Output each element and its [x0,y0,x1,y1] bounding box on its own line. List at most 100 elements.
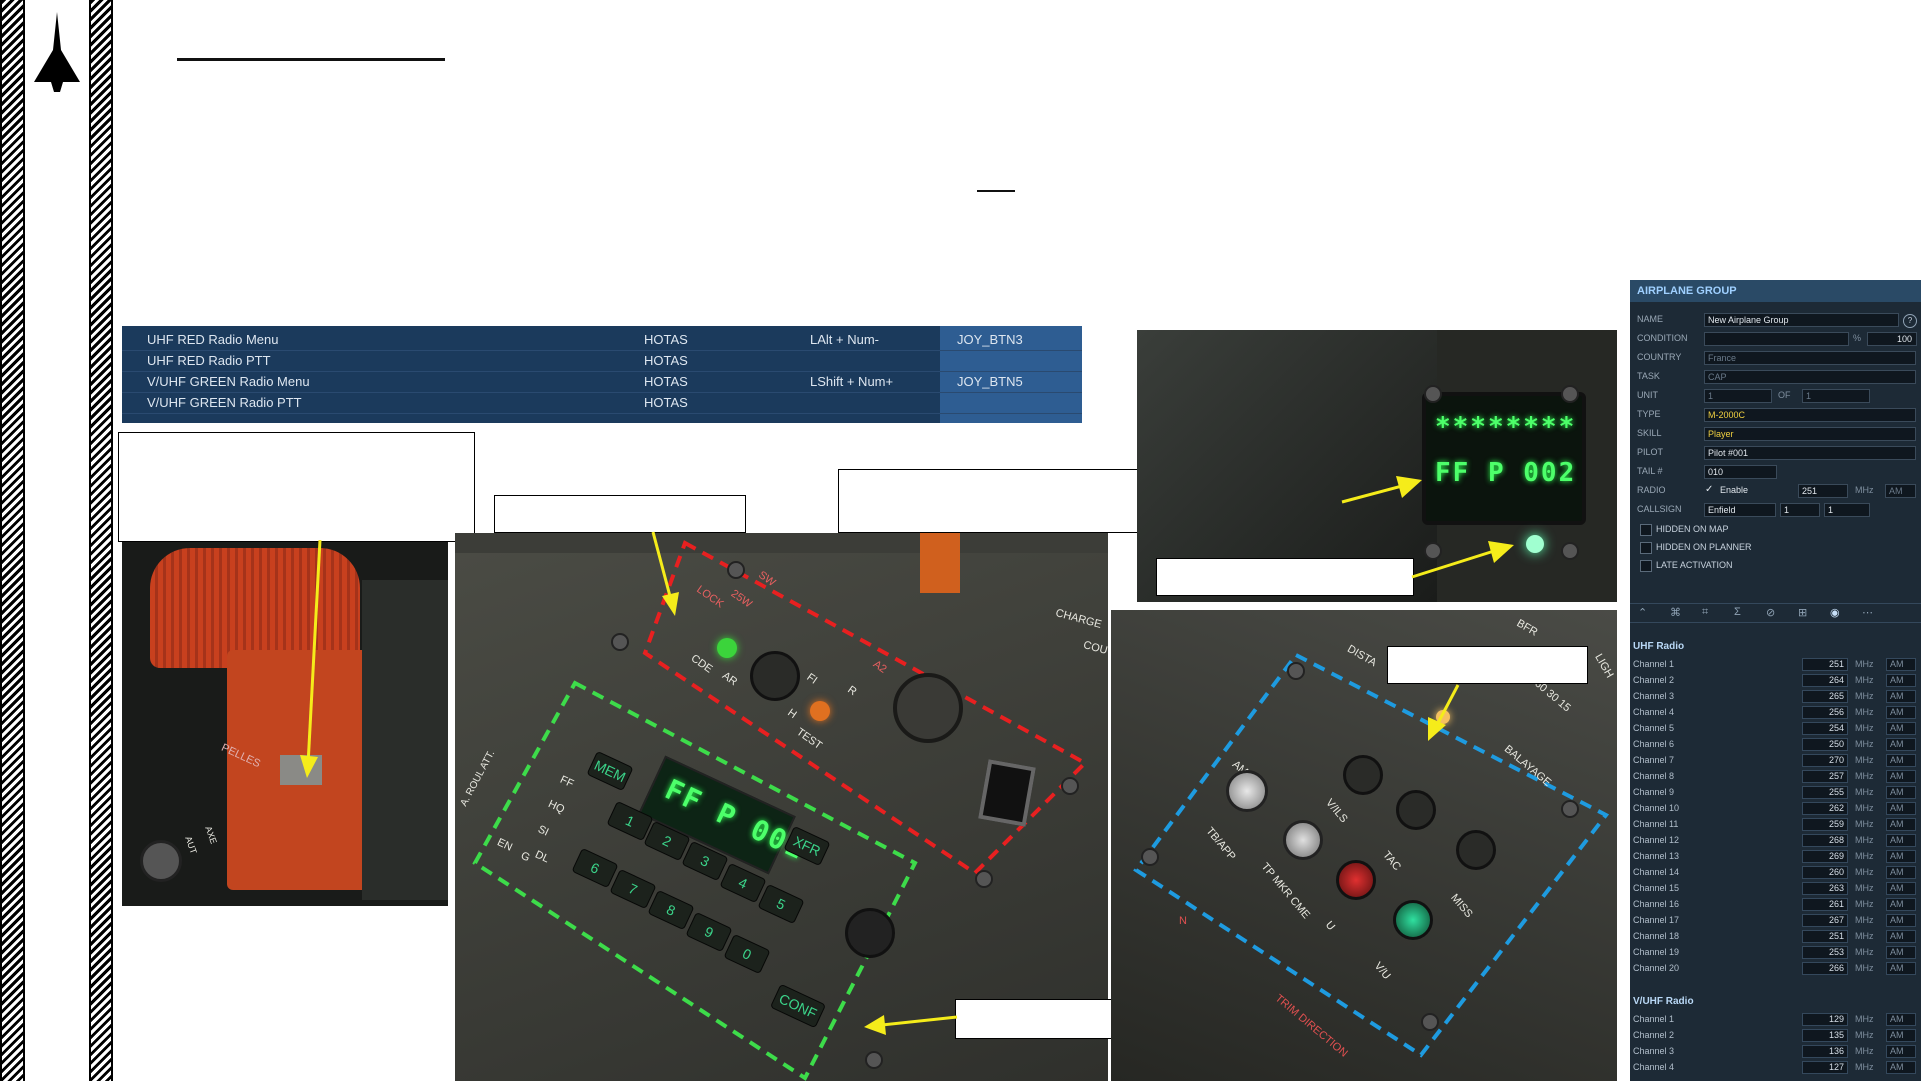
amplis-knob[interactable] [1226,770,1268,812]
payload-icon[interactable]: ⌘ [1670,606,1681,619]
country-select[interactable]: France [1704,351,1916,365]
channel-freq-field[interactable]: 269 [1802,850,1848,863]
channel-freq-field[interactable]: 129 [1802,1013,1848,1026]
condition-row: CONDITION % 100 [1630,330,1921,349]
channel-row: Channel 8 257 MHz AM [1630,769,1921,785]
channel-freq-field[interactable]: 259 [1802,818,1848,831]
mode-switch[interactable] [978,759,1036,827]
condition-field[interactable]: 100 [1867,332,1917,346]
channel-mod-select[interactable]: AM [1886,834,1916,847]
channel-mod-select[interactable]: AM [1886,946,1916,959]
channel-mod-select[interactable]: AM [1886,1013,1916,1026]
channel-freq-field[interactable]: 136 [1802,1045,1848,1058]
channel-freq-field[interactable]: 267 [1802,914,1848,927]
vu-knob-green[interactable] [1393,900,1433,940]
channel-mod-select[interactable]: AM [1886,1061,1916,1074]
channel-freq-field[interactable]: 265 [1802,690,1848,703]
radio-mod-select[interactable]: AM [1885,484,1916,498]
screw [1561,385,1579,403]
channel-mod-select[interactable]: AM [1886,706,1916,719]
channel-freq-field[interactable]: 253 [1802,946,1848,959]
channel-freq-field[interactable]: 270 [1802,754,1848,767]
channel-mod-select[interactable]: AM [1886,722,1916,735]
mode-selector-knob[interactable] [750,651,800,701]
condition-slider[interactable] [1704,332,1849,346]
u-knob-red[interactable] [1336,860,1376,900]
channel-mod-select[interactable]: AM [1886,754,1916,767]
channel-freq-field[interactable]: 255 [1802,786,1848,799]
channel-mod-select[interactable]: AM [1886,962,1916,975]
channel-freq-field[interactable]: 261 [1802,898,1848,911]
name-field[interactable]: New Airplane Group [1704,313,1899,327]
summary-icon[interactable]: Σ [1734,606,1741,618]
volume-knob[interactable] [893,673,963,743]
type-select[interactable]: M-2000C [1704,408,1916,422]
channel-knob[interactable] [845,908,895,958]
channel-freq-field[interactable]: 266 [1802,962,1848,975]
table-row[interactable]: V/UHF GREEN Radio PTT HOTAS [122,392,1082,414]
options-icon[interactable]: ⊞ [1798,606,1807,619]
channel-freq-field[interactable]: 127 [1802,1061,1848,1074]
hidden-map-checkbox[interactable] [1640,524,1652,536]
triggers-icon[interactable]: ⌗ [1702,606,1708,619]
unit-field[interactable]: 1 [1704,389,1772,403]
category-cell: HOTAS [644,374,688,389]
route-icon[interactable]: ⌃ [1638,606,1647,619]
task-select[interactable]: CAP [1704,370,1916,384]
channel-mod-select[interactable]: AM [1886,802,1916,815]
table-row[interactable]: V/UHF GREEN Radio Menu HOTAS LShift + Nu… [122,371,1082,393]
channel-mod-select[interactable]: AM [1886,674,1916,687]
channel-mod-select[interactable]: AM [1886,1045,1916,1058]
channel-mod-select[interactable]: AM [1886,930,1916,943]
channel-freq-field[interactable]: 268 [1802,834,1848,847]
channel-mod-select[interactable]: AM [1886,914,1916,927]
callsign-num1[interactable]: 1 [1780,503,1820,517]
channel-freq-field[interactable]: 257 [1802,770,1848,783]
channel-freq-field[interactable]: 256 [1802,706,1848,719]
channel-mod-select[interactable]: AM [1886,770,1916,783]
unit-total-field[interactable]: 1 [1802,389,1870,403]
channel-row: Channel 2 135 MHz AM [1630,1028,1921,1044]
channel-freq-field[interactable]: 264 [1802,674,1848,687]
channel-freq-field[interactable]: 250 [1802,738,1848,751]
callsign-num2[interactable]: 1 [1824,503,1870,517]
channel-freq-field[interactable]: 254 [1802,722,1848,735]
skill-select[interactable]: Player [1704,427,1916,441]
channel-mod-select[interactable]: AM [1886,866,1916,879]
more-icon[interactable]: ⋯ [1862,606,1873,619]
callsign-select[interactable]: Enfield [1704,503,1776,517]
table-row[interactable]: UHF RED Radio PTT HOTAS [122,350,1082,372]
channel-freq-field[interactable]: 251 [1802,930,1848,943]
radio-freq-field[interactable]: 251 [1798,484,1848,498]
channel-mod-select[interactable]: AM [1886,850,1916,863]
tail-field[interactable]: 010 [1704,465,1777,479]
channel-mod-select[interactable]: AM [1886,690,1916,703]
channel-freq-field[interactable]: 251 [1802,658,1848,671]
channel-mod-select[interactable]: AM [1886,882,1916,895]
radio-icon[interactable]: ◉ [1830,606,1840,619]
table-row[interactable]: UHF RED Radio Menu HOTAS LAlt + Num- JOY… [122,329,1082,351]
tb-app-knob[interactable] [1283,820,1323,860]
check-icon[interactable]: ✓ [1705,484,1713,495]
channel-mod-select[interactable]: AM [1886,1029,1916,1042]
miss-knob[interactable] [1456,830,1496,870]
channel-freq-field[interactable]: 262 [1802,802,1848,815]
channel-freq-field[interactable]: 135 [1802,1029,1848,1042]
channel-unit: MHz [1855,915,1874,925]
vils-knob[interactable] [1343,755,1383,795]
tac-knob[interactable] [1396,790,1436,830]
channel-freq-field[interactable]: 260 [1802,866,1848,879]
channel-mod-select[interactable]: AM [1886,898,1916,911]
channel-freq-field[interactable]: 263 [1802,882,1848,895]
help-icon[interactable]: ? [1903,314,1917,328]
late-activation-checkbox[interactable] [1640,560,1652,572]
pilot-field[interactable]: Pilot #001 [1704,446,1916,460]
channel-row: Channel 2 264 MHz AM [1630,673,1921,689]
hidden-planner-checkbox[interactable] [1640,542,1652,554]
channel-mod-select[interactable]: AM [1886,786,1916,799]
failures-icon[interactable]: ⊘ [1766,606,1775,619]
channel-mod-select[interactable]: AM [1886,658,1916,671]
channel-unit: MHz [1855,867,1874,877]
channel-mod-select[interactable]: AM [1886,818,1916,831]
channel-mod-select[interactable]: AM [1886,738,1916,751]
